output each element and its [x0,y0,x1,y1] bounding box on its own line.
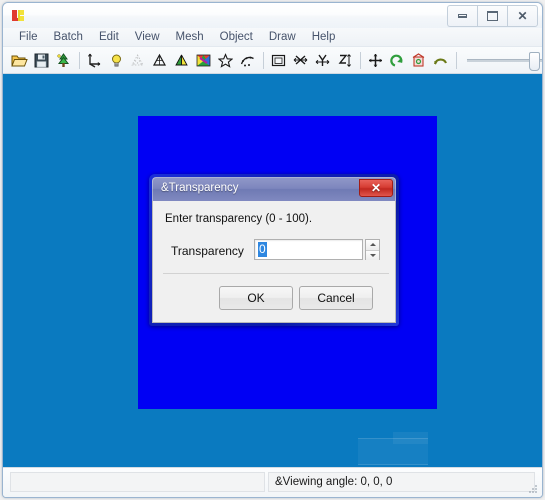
scale-z-button[interactable] [334,50,355,71]
star-outline-button[interactable] [215,50,236,71]
scale-x-icon [293,54,308,65]
slider-thumb[interactable] [528,52,540,71]
star-outline-icon [218,52,234,68]
ghost-artifact-secondary [393,432,428,444]
title-bar: ✕ [3,3,542,29]
menu-item-mesh[interactable]: Mesh [168,30,212,44]
scale-x-button[interactable] [290,50,311,71]
toolbar-separator [359,51,361,69]
ok-button[interactable]: OK [219,286,293,310]
wireframe-cone-button[interactable] [149,50,170,71]
dialog-divider [163,273,389,274]
close-icon: ✕ [370,181,382,195]
menu-item-object[interactable]: Object [212,30,261,44]
transparency-field-label: Transparency [171,244,244,258]
menu-item-file[interactable]: File [11,30,46,44]
light-bulb-icon [111,54,121,67]
chevron-down-icon [369,253,376,257]
close-button[interactable]: ✕ [507,5,538,27]
undo-arc-button[interactable] [430,50,451,71]
stepper-down-button[interactable] [366,250,379,260]
curve-dots-button[interactable] [237,50,258,71]
tree-green-icon [57,52,69,67]
move-arrows-icon [368,53,382,67]
menu-item-edit[interactable]: Edit [91,30,127,44]
axes-button[interactable] [84,50,105,71]
undo-arc-icon [434,57,448,65]
bounding-box-icon [271,54,286,66]
resize-grip-icon[interactable] [527,483,538,494]
move-arrows-button[interactable] [365,50,386,71]
transparency-input-value: 0 [258,242,267,257]
light-bulb-button[interactable] [106,50,127,71]
transparency-input[interactable]: 0 [254,239,363,260]
axes-icon [87,53,100,68]
status-bar: &Viewing angle: 0, 0, 0 [3,467,542,497]
dialog-prompt-text: Enter transparency (0 - 100). [165,213,313,225]
point-cloud-icon [131,53,145,65]
transparency-dialog: &Transparency ✕ Enter transparency (0 - … [149,174,399,326]
scale-y-icon [315,54,330,66]
color-palette-button[interactable] [193,50,214,71]
window-frame: ✕ File Batch Edit View Mesh Object Draw … [2,2,543,498]
menu-item-draw[interactable]: Draw [261,30,304,44]
application-window: ✕ File Batch Edit View Mesh Object Draw … [0,0,545,500]
shaded-cone-icon [175,54,189,65]
app-logo-icon [12,10,24,21]
point-cloud-button[interactable] [128,50,149,71]
toolbar-separator [456,51,458,69]
open-folder-button[interactable] [9,50,30,71]
status-panel-left [10,472,265,492]
reset-view-icon [413,52,425,67]
shaded-cone-button[interactable] [171,50,192,71]
window-controls: ✕ [447,5,538,27]
chevron-up-icon [369,243,376,247]
save-disk-button[interactable] [31,50,52,71]
scale-z-icon [338,53,351,67]
toolbar-separator [78,51,80,69]
transparency-stepper[interactable] [365,239,380,260]
menu-item-batch[interactable]: Batch [46,30,91,44]
wireframe-cone-icon [153,53,167,66]
minimize-icon [458,14,467,18]
stepper-up-button[interactable] [366,240,379,251]
status-panel-right: &Viewing angle: 0, 0, 0 [268,472,535,492]
dialog-title: &Transparency [161,182,239,194]
close-icon: ✕ [517,9,528,23]
menu-item-view[interactable]: View [127,30,168,44]
dialog-title-bar: &Transparency ✕ [152,177,396,201]
minimize-button[interactable] [447,5,477,27]
maximize-icon [487,11,498,21]
scale-y-button[interactable] [312,50,333,71]
viewing-angle-text: &Viewing angle: 0, 0, 0 [275,476,393,488]
reset-view-button[interactable] [408,50,429,71]
menu-bar: File Batch Edit View Mesh Object Draw He… [3,28,542,47]
toolbar [3,47,542,74]
maximize-button[interactable] [477,5,507,27]
dialog-close-button[interactable]: ✕ [359,179,393,197]
bounding-box-button[interactable] [268,50,289,71]
curve-dots-icon [240,56,254,66]
save-disk-icon [34,53,49,67]
zoom-slider[interactable] [467,51,542,71]
cancel-button[interactable]: Cancel [299,286,373,310]
rotate-ccw-icon [390,54,403,67]
color-palette-icon [196,54,211,66]
rotate-ccw-button[interactable] [387,50,408,71]
dialog-body: Enter transparency (0 - 100). Transparen… [152,201,396,323]
open-folder-icon [11,55,28,66]
menu-item-help[interactable]: Help [304,30,344,44]
tree-green-button[interactable] [53,50,74,71]
toolbar-separator [262,51,264,69]
